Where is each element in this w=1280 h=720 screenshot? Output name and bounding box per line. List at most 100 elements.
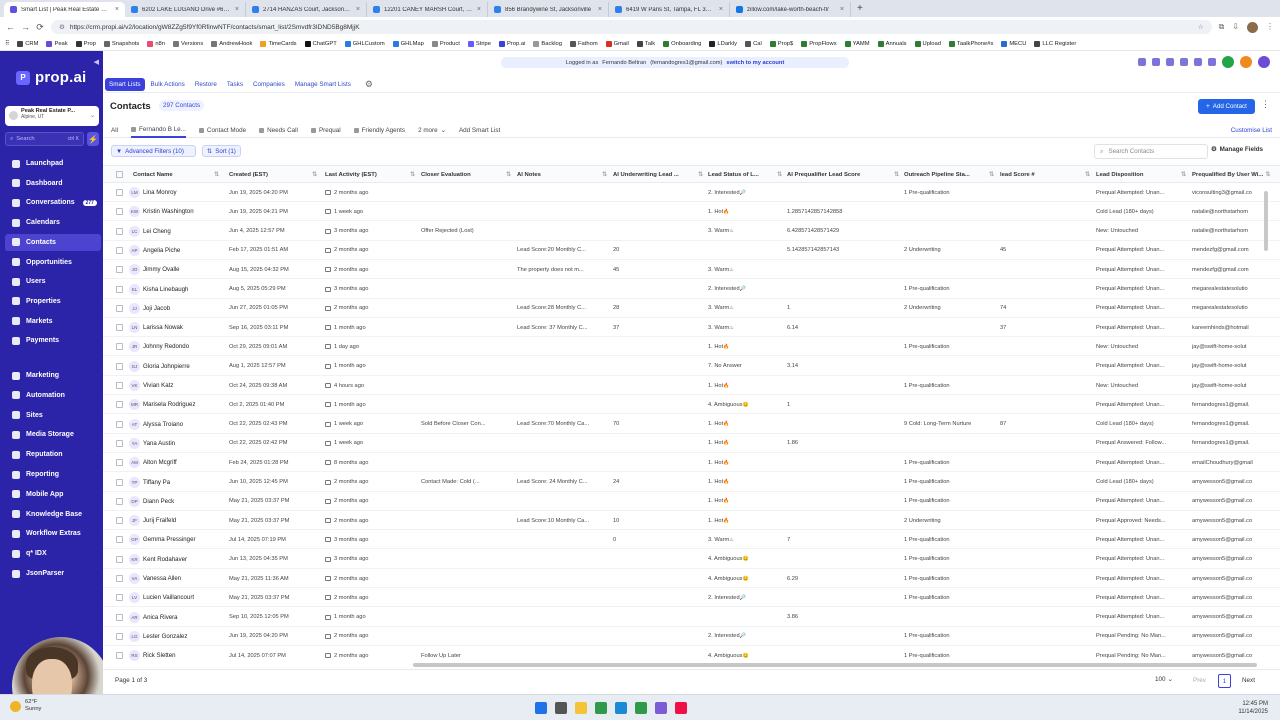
sidebar-item-conversations[interactable]: Conversations 277 bbox=[5, 194, 101, 211]
collapse-sidebar-icon[interactable]: ◀ bbox=[94, 58, 99, 66]
sort-arrows-icon[interactable]: ⇅ bbox=[214, 172, 223, 178]
table-row[interactable]: JJ Joji Jacob Jun 27, 2025 01:05 PM 2 month… bbox=[103, 299, 1280, 318]
table-row[interactable]: KL Kisha Linebaugh Aug 5, 2025 05:29 PM 3 m… bbox=[103, 280, 1280, 299]
quick-action-button[interactable]: ⚡ bbox=[87, 132, 99, 146]
sidebar-item-automation[interactable]: Automation bbox=[5, 387, 101, 404]
close-tab-icon[interactable]: × bbox=[235, 6, 239, 13]
row-checkbox[interactable] bbox=[116, 555, 123, 563]
subnav-tab-bulk-actions[interactable]: Bulk Actions bbox=[147, 78, 189, 91]
cell-name[interactable]: Lei Cheng bbox=[143, 222, 223, 241]
add-contact-button[interactable]: + Add Contact bbox=[1198, 99, 1255, 114]
manage-fields-button[interactable]: ⚙ Manage Fields bbox=[1211, 146, 1263, 153]
bookmark-item[interactable]: ChatGPT bbox=[304, 40, 337, 47]
customise-list-link[interactable]: Customise List bbox=[1231, 127, 1272, 134]
reload-icon[interactable]: ⟳ bbox=[36, 22, 44, 33]
sidebar-item-media-storage[interactable]: Media Storage bbox=[5, 426, 101, 443]
smart-list-tab[interactable]: Needs Call bbox=[259, 123, 298, 138]
bookmark-item[interactable]: n8n bbox=[147, 40, 165, 47]
table-row[interactable]: MR Marisela Rodriguez Oct 2, 2025 01:40 PM… bbox=[103, 395, 1280, 415]
sidebar-item-marketing[interactable]: Marketing bbox=[5, 367, 101, 384]
cell-name[interactable]: Kent Rodahaver bbox=[143, 550, 223, 569]
row-checkbox[interactable] bbox=[116, 208, 123, 216]
table-row[interactable]: AR Anica Rivera Sep 10, 2025 12:05 PM 1 mon… bbox=[103, 608, 1280, 627]
table-row[interactable]: JF Jurij Fraifeld May 21, 2025 03:37 PM 2 m… bbox=[103, 511, 1280, 531]
advanced-filters-button[interactable]: ▼ Advanced Filters (10) bbox=[111, 145, 196, 157]
sidebar-search[interactable]: ⌕ Search ctrl K bbox=[5, 132, 84, 146]
call-icon[interactable] bbox=[1222, 56, 1234, 68]
table-row[interactable]: VK Vivian Katz Oct 24, 2025 09:38 AM 4 hour… bbox=[103, 376, 1280, 395]
sidebar-item-dashboard[interactable]: Dashboard bbox=[5, 175, 101, 192]
browser-tab[interactable]: 6419 W Paris St, Tampa, FL 3363 × bbox=[609, 2, 730, 17]
sidebar-item-workflow-extras[interactable]: Workflow Extras bbox=[5, 525, 101, 542]
table-row[interactable]: DP Diann Peck May 21, 2025 03:37 PM 2 month… bbox=[103, 492, 1280, 511]
sort-arrows-icon[interactable]: ⇅ bbox=[506, 172, 515, 178]
row-checkbox[interactable] bbox=[116, 420, 123, 428]
cell-name[interactable]: Jimmy Ovalle bbox=[143, 260, 223, 279]
extensions-icon[interactable]: ⧉ bbox=[1219, 22, 1225, 33]
sidebar-item-users[interactable]: Users bbox=[5, 273, 101, 290]
cell-name[interactable]: Vivian Katz bbox=[143, 376, 223, 395]
help-icon[interactable] bbox=[1152, 58, 1160, 66]
sidebar-item-payments[interactable]: Payments bbox=[5, 332, 101, 349]
browser-tab[interactable]: 12201 CANEY MARSH Court, Jack × bbox=[367, 2, 488, 17]
column-header[interactable]: Created (EST) ⇅ bbox=[229, 166, 321, 184]
switch-account-link[interactable]: switch to my account bbox=[726, 60, 784, 66]
row-checkbox[interactable] bbox=[116, 613, 123, 621]
browser-tab[interactable]: 856 Brandywine St, Jacksonville × bbox=[488, 2, 609, 17]
close-tab-icon[interactable]: × bbox=[598, 6, 602, 13]
bookmark-item[interactable]: GHLCustom bbox=[344, 40, 385, 47]
bookmark-item[interactable]: Stripe bbox=[467, 40, 491, 47]
cell-name[interactable]: Johnny Redondo bbox=[143, 337, 223, 356]
slack-icon[interactable] bbox=[675, 702, 687, 714]
table-row[interactable]: VA Vanessa Allen May 21, 2025 11:36 AM 2 mo… bbox=[103, 569, 1280, 588]
cell-name[interactable]: Kisha Linebaugh bbox=[143, 280, 223, 299]
sidebar-item-opportunities[interactable]: Opportunities bbox=[5, 254, 101, 271]
row-checkbox[interactable] bbox=[116, 632, 123, 640]
bookmark-item[interactable]: Fathom bbox=[570, 40, 598, 47]
system-clock[interactable]: 12:45 PM 11/14/2025 bbox=[1238, 700, 1268, 716]
smart-list-tab[interactable]: 2 more ⌄ bbox=[418, 123, 446, 138]
search-contacts-input[interactable]: ⌕ Search Contacts bbox=[1094, 144, 1208, 159]
app-icon[interactable] bbox=[655, 702, 667, 714]
weather-widget[interactable]: 62°F Sunny bbox=[10, 699, 41, 713]
notifications-icon[interactable] bbox=[1166, 58, 1174, 66]
settings-gear-icon[interactable]: ⚙ bbox=[365, 79, 373, 90]
bookmark-item[interactable]: Versions bbox=[173, 40, 203, 47]
browser-tab[interactable]: 6202 LAKE LUGANO Drive #6202 × bbox=[125, 2, 246, 17]
table-row[interactable]: LN Larissa Nowak Sep 16, 2025 03:11 PM 1 mo… bbox=[103, 318, 1280, 338]
bookmark-star-icon[interactable]: ☆ bbox=[1198, 23, 1204, 31]
cell-name[interactable]: Alyssa Troiano bbox=[143, 415, 223, 434]
table-row[interactable]: JR Johnny Redondo Oct 29, 2025 09:01 AM 1 d… bbox=[103, 337, 1280, 357]
row-checkbox[interactable] bbox=[116, 304, 123, 312]
forward-icon[interactable]: → bbox=[21, 22, 30, 32]
horizontal-scrollbar[interactable] bbox=[413, 663, 1257, 667]
row-checkbox[interactable] bbox=[116, 401, 123, 409]
cell-name[interactable]: Marisela Rodriguez bbox=[143, 395, 223, 414]
close-tab-icon[interactable]: × bbox=[356, 6, 360, 13]
column-header[interactable]: Last Activity (EST) ⇅ bbox=[325, 166, 419, 184]
bookmark-item[interactable]: LDarkly bbox=[709, 40, 737, 47]
row-checkbox[interactable] bbox=[116, 285, 123, 293]
column-header[interactable]: Closer Evaluation ⇅ bbox=[421, 166, 515, 184]
column-header[interactable]: Outreach Pipeline Sta... ⇅ bbox=[904, 166, 998, 184]
row-checkbox[interactable] bbox=[116, 478, 123, 486]
sidebar-item-reputation[interactable]: Reputation bbox=[5, 446, 101, 463]
sort-arrows-icon[interactable]: ⇅ bbox=[1265, 172, 1272, 178]
site-info-icon[interactable]: ⚙ bbox=[59, 23, 65, 31]
search-icon[interactable] bbox=[555, 702, 567, 714]
row-checkbox[interactable] bbox=[116, 189, 123, 196]
table-row[interactable]: TP Tiffany Pa Jun 10, 2025 12:45 PM 2 month… bbox=[103, 473, 1280, 492]
bookmark-item[interactable]: Talk bbox=[636, 40, 655, 47]
cell-name[interactable]: Angelia Piche bbox=[143, 241, 223, 260]
table-row[interactable]: KW Kristin Washington Jun 19, 2025 04:21 P… bbox=[103, 202, 1280, 222]
cell-name[interactable]: Larissa Nowak bbox=[143, 318, 223, 337]
smart-list-tab[interactable]: Add Smart List bbox=[459, 123, 500, 138]
file-explorer-icon[interactable] bbox=[575, 702, 587, 714]
per-page-select[interactable]: 100 ⌄ bbox=[1155, 676, 1173, 683]
bookmark-item[interactable]: Peak bbox=[46, 40, 68, 47]
cell-name[interactable]: Gemma Pressinger bbox=[143, 530, 223, 549]
table-row[interactable]: GP Gemma Pressinger Jul 14, 2025 07:19 PM 3… bbox=[103, 530, 1280, 550]
table-row[interactable]: YA Yana Austin Oct 22, 2025 02:42 PM 1 week… bbox=[103, 434, 1280, 453]
cell-name[interactable]: Rick Sletten bbox=[143, 646, 223, 661]
sidebar-item-contacts[interactable]: Contacts bbox=[5, 233, 101, 251]
